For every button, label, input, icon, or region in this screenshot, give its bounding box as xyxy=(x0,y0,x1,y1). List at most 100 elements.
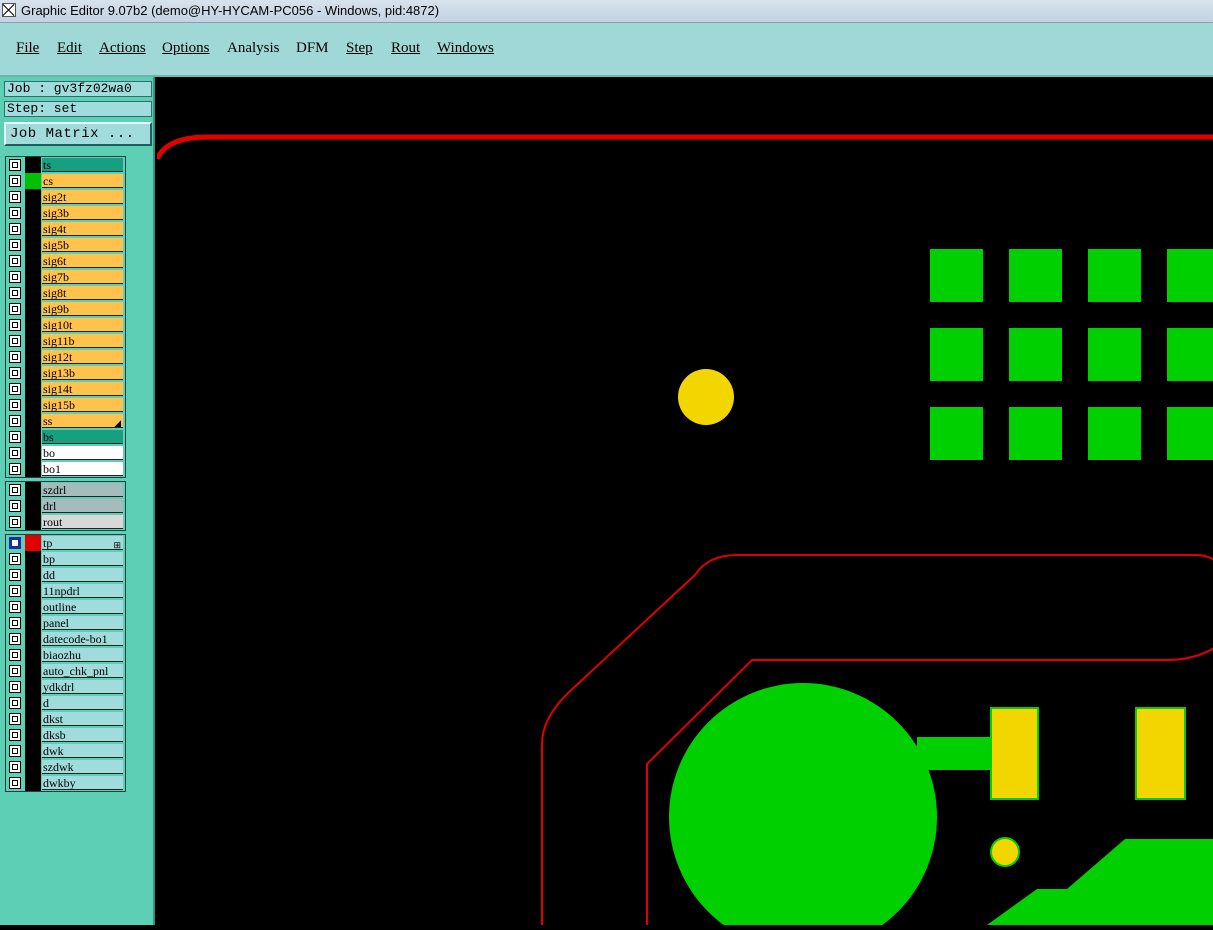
layer-name[interactable]: sig15b xyxy=(42,398,123,412)
layer-affected-toggle[interactable] xyxy=(25,711,41,727)
menu-dfm[interactable]: DFM xyxy=(296,40,329,57)
layer-row-bo1[interactable]: bo1 xyxy=(6,461,125,477)
layer-affected-toggle[interactable] xyxy=(25,759,41,775)
layer-row-dwkby[interactable]: dwkby xyxy=(6,775,125,791)
layer-affected-toggle[interactable] xyxy=(25,461,41,477)
layer-name[interactable]: sig4t xyxy=(42,222,123,236)
layer-row-sig14t[interactable]: sig14t xyxy=(6,381,125,397)
layer-affected-toggle[interactable] xyxy=(25,253,41,269)
menu-windows[interactable]: Windows xyxy=(437,40,494,57)
menu-file[interactable]: File xyxy=(16,40,39,57)
layer-display-checkbox[interactable] xyxy=(9,729,21,741)
layer-display-checkbox[interactable] xyxy=(9,223,21,235)
layer-name[interactable]: dwkby xyxy=(42,776,123,790)
layer-name[interactable]: szdwk xyxy=(42,760,123,774)
layer-affected-toggle[interactable] xyxy=(25,381,41,397)
layer-display-checkbox[interactable] xyxy=(9,239,21,251)
panel-splitter[interactable] xyxy=(153,77,155,925)
layer-name[interactable]: sig5b xyxy=(42,238,123,252)
menu-analysis[interactable]: Analysis xyxy=(227,40,280,57)
layer-row-panel[interactable]: panel xyxy=(6,615,125,631)
layer-display-checkbox[interactable] xyxy=(9,175,21,187)
layer-display-checkbox[interactable] xyxy=(9,159,21,171)
layer-affected-toggle[interactable] xyxy=(25,237,41,253)
layer-name[interactable]: sig10t xyxy=(42,318,123,332)
layer-name[interactable]: bo xyxy=(42,446,123,460)
layer-row-auto_chk_pnl[interactable]: auto_chk_pnl xyxy=(6,663,125,679)
layer-row-sig4t[interactable]: sig4t xyxy=(6,221,125,237)
layer-display-checkbox[interactable] xyxy=(9,649,21,661)
layer-display-checkbox[interactable] xyxy=(9,287,21,299)
layer-row-dksb[interactable]: dksb xyxy=(6,727,125,743)
layer-name[interactable]: datecode-bo1 xyxy=(42,632,123,646)
layer-affected-toggle[interactable] xyxy=(25,743,41,759)
layer-row-sig2t[interactable]: sig2t xyxy=(6,189,125,205)
layer-name[interactable]: sig13b xyxy=(42,366,123,380)
layer-display-checkbox[interactable] xyxy=(9,463,21,475)
layer-affected-toggle[interactable] xyxy=(25,567,41,583)
layer-name[interactable]: sig8t xyxy=(42,286,123,300)
layer-display-checkbox[interactable] xyxy=(9,617,21,629)
layer-name[interactable]: sig9b xyxy=(42,302,123,316)
layer-display-checkbox[interactable] xyxy=(9,207,21,219)
layer-affected-toggle[interactable] xyxy=(25,413,41,429)
layer-name[interactable]: panel xyxy=(42,616,123,630)
layer-row-outline[interactable]: outline xyxy=(6,599,125,615)
layer-display-checkbox[interactable] xyxy=(9,351,21,363)
graphic-canvas[interactable] xyxy=(154,79,1213,930)
layer-display-checkbox[interactable] xyxy=(9,633,21,645)
layer-row-dkst[interactable]: dkst xyxy=(6,711,125,727)
layer-display-checkbox[interactable] xyxy=(9,431,21,443)
layer-affected-toggle[interactable] xyxy=(25,157,41,173)
layer-name[interactable]: ts xyxy=(42,158,123,172)
layer-name[interactable]: drl xyxy=(42,499,123,513)
layer-name[interactable]: rout xyxy=(42,515,123,529)
layer-affected-toggle[interactable] xyxy=(25,615,41,631)
layer-affected-toggle[interactable] xyxy=(25,349,41,365)
layer-row-szdrl[interactable]: szdrl xyxy=(6,482,125,498)
layer-display-checkbox[interactable] xyxy=(9,399,21,411)
layer-affected-toggle[interactable] xyxy=(25,631,41,647)
menu-actions[interactable]: Actions xyxy=(99,40,146,57)
layer-affected-toggle[interactable] xyxy=(25,221,41,237)
layer-name[interactable]: dwk xyxy=(42,744,123,758)
layer-affected-toggle[interactable] xyxy=(25,535,41,551)
layer-display-checkbox[interactable] xyxy=(9,484,21,496)
layer-display-checkbox[interactable] xyxy=(9,601,21,613)
layer-display-checkbox[interactable] xyxy=(9,367,21,379)
layer-row-bo[interactable]: bo xyxy=(6,445,125,461)
layer-display-checkbox[interactable] xyxy=(9,191,21,203)
layer-name[interactable]: szdrl xyxy=(42,483,123,497)
layer-affected-toggle[interactable] xyxy=(25,365,41,381)
layer-row-sig3b[interactable]: sig3b xyxy=(6,205,125,221)
layer-display-checkbox[interactable] xyxy=(9,585,21,597)
layer-display-checkbox[interactable] xyxy=(9,745,21,757)
layer-name[interactable]: dd xyxy=(42,568,123,582)
layer-name[interactable]: outline xyxy=(42,600,123,614)
layer-affected-toggle[interactable] xyxy=(25,429,41,445)
layer-affected-toggle[interactable] xyxy=(25,205,41,221)
layer-display-checkbox[interactable] xyxy=(9,447,21,459)
layer-name[interactable]: sig11b xyxy=(42,334,123,348)
layer-row-tp[interactable]: tp ⊞ xyxy=(6,535,125,551)
layer-row-sig5b[interactable]: sig5b xyxy=(6,237,125,253)
layer-name[interactable]: dkst xyxy=(42,712,123,726)
layer-name[interactable]: ydkdrl xyxy=(42,680,123,694)
layer-row-dwk[interactable]: dwk xyxy=(6,743,125,759)
layer-row-drl[interactable]: drl xyxy=(6,498,125,514)
layer-display-checkbox[interactable] xyxy=(9,516,21,528)
layer-row-sig13b[interactable]: sig13b xyxy=(6,365,125,381)
layer-name[interactable]: sig7b xyxy=(42,270,123,284)
layer-display-checkbox[interactable] xyxy=(9,415,21,427)
layer-display-checkbox[interactable] xyxy=(9,319,21,331)
layer-row-sig8t[interactable]: sig8t xyxy=(6,285,125,301)
layer-row-dd[interactable]: dd xyxy=(6,567,125,583)
layer-display-checkbox[interactable] xyxy=(9,713,21,725)
layer-name[interactable]: 11npdrl xyxy=(42,584,123,598)
layer-affected-toggle[interactable] xyxy=(25,551,41,567)
layer-row-rout[interactable]: rout xyxy=(6,514,125,530)
layer-name[interactable]: bp xyxy=(42,552,123,566)
layer-display-checkbox[interactable] xyxy=(9,271,21,283)
layer-display-checkbox[interactable] xyxy=(9,500,21,512)
layer-row-sig12t[interactable]: sig12t xyxy=(6,349,125,365)
